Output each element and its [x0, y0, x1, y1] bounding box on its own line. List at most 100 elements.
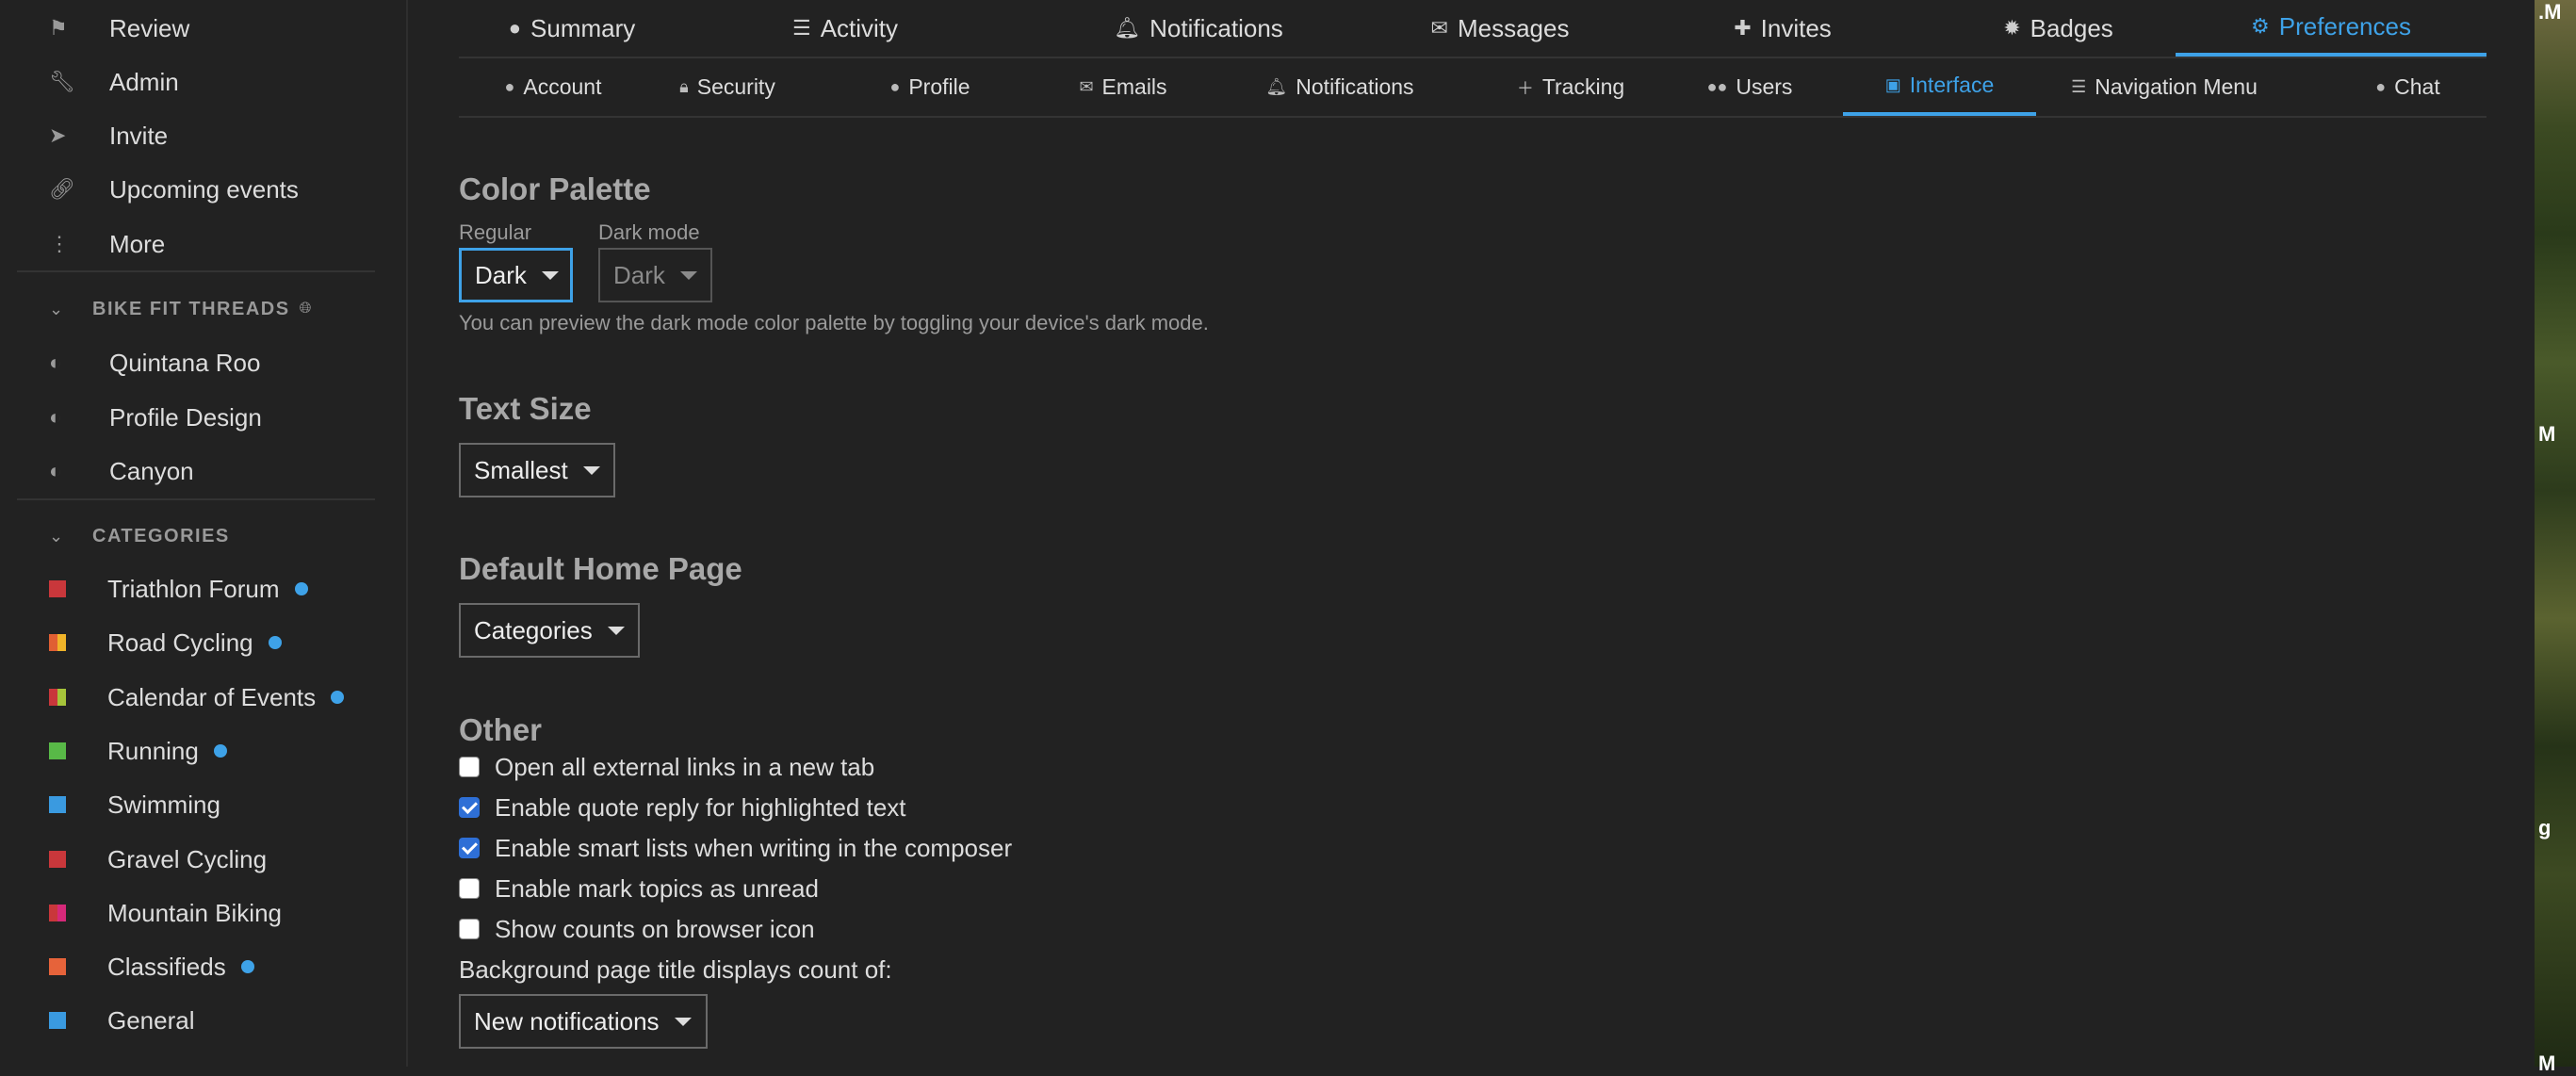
sidebar-item-label: Upcoming events [109, 174, 299, 204]
sidebar-category-swimming[interactable]: Swimming [17, 781, 375, 828]
sidebar-item-label: Running [107, 736, 199, 765]
subtab-security[interactable]: 🔒︎ Security [657, 58, 798, 116]
sidebar-item-profile-design[interactable]: ◐ Profile Design [17, 394, 375, 441]
sidebar-category-road-cycling[interactable]: Road Cycling [17, 619, 375, 666]
checkbox-enable-mark-topics-as-unread[interactable]: Enable mark topics as unread [459, 872, 819, 905]
section-title: CATEGORIES [92, 525, 230, 546]
sidebar-item-label: Triathlon Forum [107, 574, 280, 603]
checkbox-label: Show counts on browser icon [495, 914, 815, 943]
category-color-swatch [49, 742, 66, 759]
sidebar-category-calendar-of-events[interactable]: Calendar of Events [17, 674, 375, 721]
checkbox-label: Enable quote reply for highlighted text [495, 792, 906, 822]
checkbox-label: Open all external links in a new tab [495, 752, 875, 781]
link-icon: 🔗︎ [49, 177, 75, 201]
sidebar-item-admin[interactable]: 🔧︎ Admin [17, 58, 375, 106]
user-plus-icon: ✚ [1734, 16, 1752, 40]
category-badge-icon [49, 1012, 83, 1029]
subtab-navigation-menu[interactable]: ☰ Navigation Menu [2051, 58, 2277, 116]
tab-messages[interactable]: ✉ Messages [1382, 0, 1618, 57]
tab-label: Tracking [1541, 74, 1625, 99]
select-value: Dark [475, 260, 527, 289]
envelope-icon: ✉ [1079, 77, 1094, 96]
sidebar-category-classifieds[interactable]: Classifieds [17, 943, 375, 990]
sidebar-category-gravel-cycling[interactable]: Gravel Cycling [17, 836, 375, 883]
sidebar-divider [17, 498, 375, 500]
dark-mode-palette-select[interactable]: Dark [598, 248, 712, 302]
category-color-swatch [49, 1012, 66, 1029]
sidebar-item-upcoming-events[interactable]: 🔗︎ Upcoming events [17, 166, 375, 213]
category-badge-icon [49, 796, 83, 813]
title-count-label: Background page title displays count of: [459, 955, 892, 984]
tab-invites[interactable]: ✚ Invites [1674, 0, 1891, 57]
tab-summary[interactable]: ● Summary [459, 0, 685, 57]
color-palette-heading: Color Palette [459, 171, 651, 206]
sidebar-category-general[interactable]: General [17, 997, 375, 1044]
sidebar-category-running[interactable]: Running [17, 727, 375, 774]
subtab-chat[interactable]: ● Chat [2329, 58, 2486, 116]
globe-icon: 🌐︎ [299, 301, 312, 317]
checkbox[interactable] [459, 797, 480, 818]
checkbox-enable-smart-lists-when-writing-in-the-composer[interactable]: Enable smart lists when writing in the c… [459, 831, 1012, 865]
tab-label: Messages [1457, 13, 1570, 42]
tab-label: Profile [908, 74, 970, 99]
new-indicator-dot [331, 691, 345, 704]
sidebar-item-label: Calendar of Events [107, 682, 317, 711]
checkbox[interactable] [459, 838, 480, 858]
subtab-notifications[interactable]: 🔔︎ Notifications [1241, 58, 1439, 116]
section-title: BIKE FIT THREADS [92, 298, 290, 319]
categories-header[interactable]: ⌄ CATEGORIES [17, 517, 375, 555]
users-icon: ●● [1706, 77, 1728, 96]
title-count-select[interactable]: New notifications [459, 994, 708, 1049]
default-home-page-select[interactable]: Categories [459, 603, 640, 658]
checkbox[interactable] [459, 919, 480, 939]
sidebar-item-review[interactable]: ⚑ Review [17, 5, 375, 52]
tab-preferences[interactable]: ⚙ Preferences [2176, 0, 2486, 57]
tab-activity[interactable]: ☰ Activity [770, 0, 921, 57]
tab-notifications[interactable]: 🔔︎ Notifications [1071, 0, 1326, 57]
paper-plane-icon: ➤ [49, 123, 67, 147]
subtab-interface[interactable]: ▣ Interface [1843, 58, 2036, 116]
sidebar-item-invite[interactable]: ➤ Invite [17, 112, 375, 159]
select-value: Dark [613, 260, 665, 289]
sidebar-category-mountain-biking[interactable]: Mountain Biking [17, 889, 375, 937]
tab-label: Chat [2394, 74, 2440, 99]
sidebar-item-label: Classifieds [107, 952, 226, 981]
sidebar-item-label: Canyon [109, 456, 194, 485]
checkbox-enable-quote-reply-for-highlighted-text[interactable]: Enable quote reply for highlighted text [459, 791, 906, 824]
sidebar: ⚑ Review 🔧︎ Admin ➤ Invite 🔗︎ Upcoming events ⋮ M… [0, 0, 408, 1067]
category-color-swatch [49, 634, 66, 651]
category-badge-icon [49, 742, 83, 759]
checkbox-open-all-external-links-in-a-new-tab[interactable]: Open all external links in a new tab [459, 750, 874, 784]
checkbox[interactable] [459, 878, 480, 899]
tab-label: Preferences [2278, 11, 2411, 41]
sidebar-item-canyon[interactable]: ◐ Canyon [17, 448, 375, 495]
sidebar-item-label: Admin [109, 67, 179, 96]
subtab-emails[interactable]: ✉ Emails [1052, 58, 1194, 116]
wrench-icon: 🔧︎ [49, 70, 75, 93]
dark-mode-hint: You can preview the dark mode color pale… [459, 311, 1209, 334]
user-icon: ● [889, 77, 901, 96]
tab-label: Account [523, 74, 602, 99]
text-size-select[interactable]: Smallest [459, 443, 615, 497]
checkbox[interactable] [459, 757, 480, 777]
sidebar-item-more[interactable]: ⋮ More [17, 220, 375, 268]
sidebar-item-label: Swimming [107, 790, 220, 819]
sidebar-category-triathlon-forum[interactable]: Triathlon Forum [17, 565, 375, 612]
half-circle-icon: ◐ [49, 405, 62, 429]
checkbox-show-counts-on-browser-icon[interactable]: Show counts on browser icon [459, 912, 815, 946]
subtab-tracking[interactable]: ＋ Tracking [1495, 58, 1646, 116]
checkbox-label: Enable smart lists when writing in the c… [495, 833, 1013, 862]
subtab-users[interactable]: ●● Users [1693, 58, 1806, 116]
tab-badges[interactable]: ✹ Badges [1943, 0, 2174, 57]
half-circle-icon: ◐ [49, 351, 62, 374]
subtab-profile[interactable]: ● Profile [864, 58, 996, 116]
new-indicator-dot [213, 744, 227, 758]
sidebar-item-quintana-roo[interactable]: ◐ Quintana Roo [17, 339, 375, 386]
subtab-account[interactable]: ● Account [459, 58, 647, 116]
text-size-heading: Text Size [459, 391, 592, 426]
bike-fit-threads-header[interactable]: ⌄ BIKE FIT THREADS 🌐︎ [17, 290, 375, 328]
new-indicator-dot [240, 960, 254, 973]
dark-mode-label: Dark mode [598, 220, 700, 244]
sidebar-item-label: Gravel Cycling [107, 844, 268, 873]
regular-palette-select[interactable]: Dark [459, 248, 573, 302]
